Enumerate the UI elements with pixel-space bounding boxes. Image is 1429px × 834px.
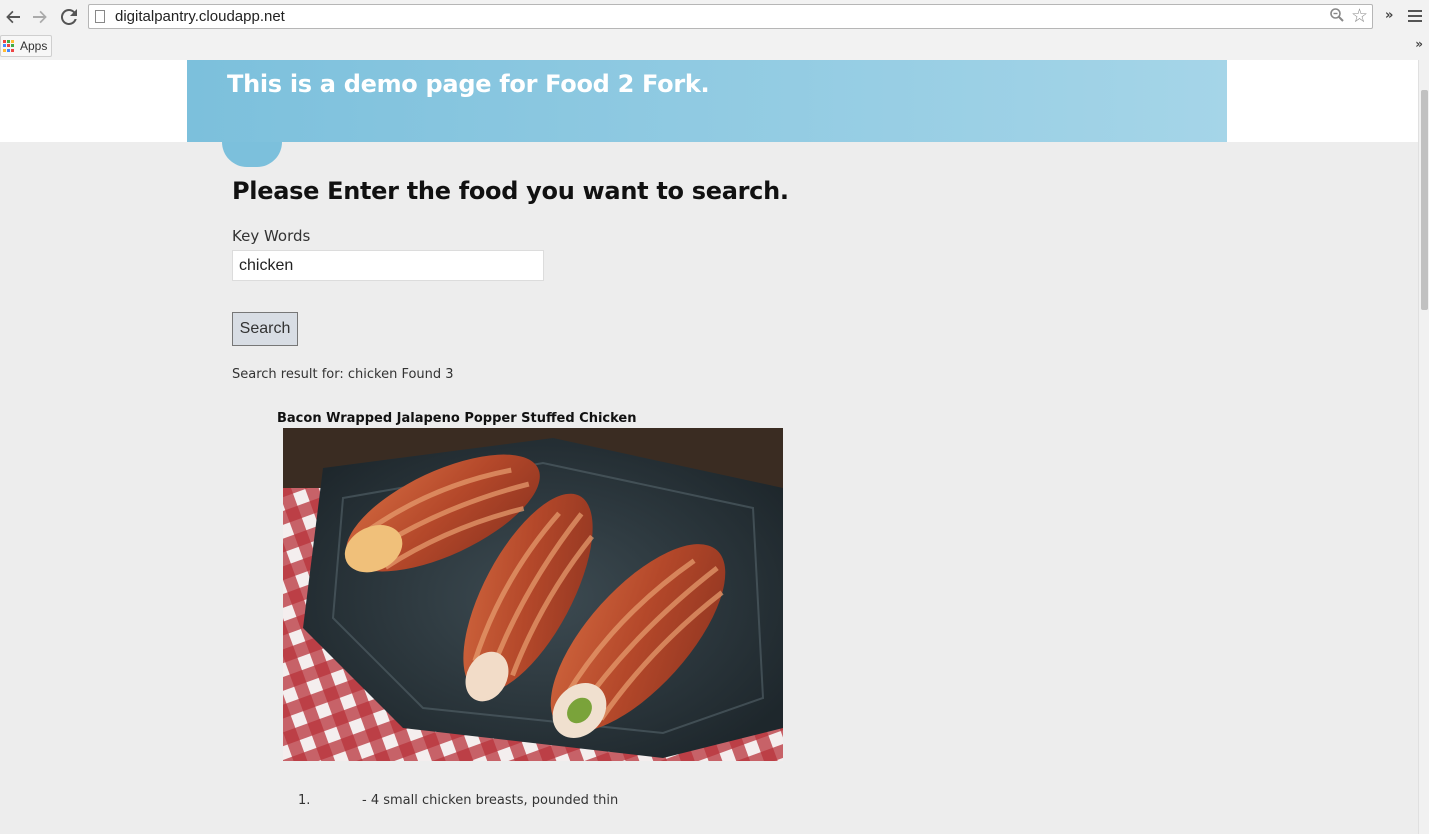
apps-grid-icon: [3, 40, 15, 52]
vertical-scrollbar[interactable]: [1418, 60, 1429, 834]
bookmarks-bar: Apps »: [0, 33, 1429, 59]
banner-tab-decoration: [222, 142, 282, 167]
page-icon: [95, 10, 105, 23]
recipe-title[interactable]: Bacon Wrapped Jalapeno Popper Stuffed Ch…: [277, 411, 637, 426]
search-heading: Please Enter the food you want to search…: [232, 177, 789, 205]
star-icon[interactable]: ☆: [1351, 5, 1368, 27]
search-button[interactable]: Search: [232, 312, 298, 346]
hamburger-menu-icon[interactable]: [1408, 10, 1422, 22]
ingredient-item: 1. - 4 small chicken breasts, pounded thi…: [298, 793, 618, 808]
page-viewport: This is a demo page for Food 2 Fork. Ple…: [0, 60, 1418, 834]
chevron-right-icon[interactable]: »: [1385, 8, 1393, 23]
keywords-label: Key Words: [232, 227, 311, 245]
ingredient-text: - 4 small chicken breasts, pounded thin: [362, 793, 619, 808]
header-banner: This is a demo page for Food 2 Fork.: [187, 60, 1227, 142]
apps-label: Apps: [20, 39, 48, 53]
scrollbar-thumb[interactable]: [1421, 90, 1428, 310]
zoom-icon[interactable]: [1330, 8, 1344, 26]
ingredient-number: 1.: [298, 793, 311, 808]
apps-button[interactable]: Apps: [0, 35, 53, 57]
page-title: This is a demo page for Food 2 Fork.: [227, 70, 710, 98]
reload-icon[interactable]: [58, 6, 80, 28]
keywords-input[interactable]: [232, 250, 544, 281]
browser-toolbar: digitalpantry.cloudapp.net ☆ » Apps »: [0, 0, 1429, 61]
bookmarks-chevron-icon[interactable]: »: [1415, 37, 1423, 51]
back-arrow-icon[interactable]: [2, 6, 24, 28]
search-result-summary: Search result for: chicken Found 3: [232, 367, 454, 382]
address-bar[interactable]: digitalpantry.cloudapp.net ☆: [88, 4, 1373, 29]
recipe-image[interactable]: [283, 428, 783, 761]
url-text[interactable]: digitalpantry.cloudapp.net: [115, 8, 285, 25]
forward-arrow-icon[interactable]: [29, 6, 51, 28]
